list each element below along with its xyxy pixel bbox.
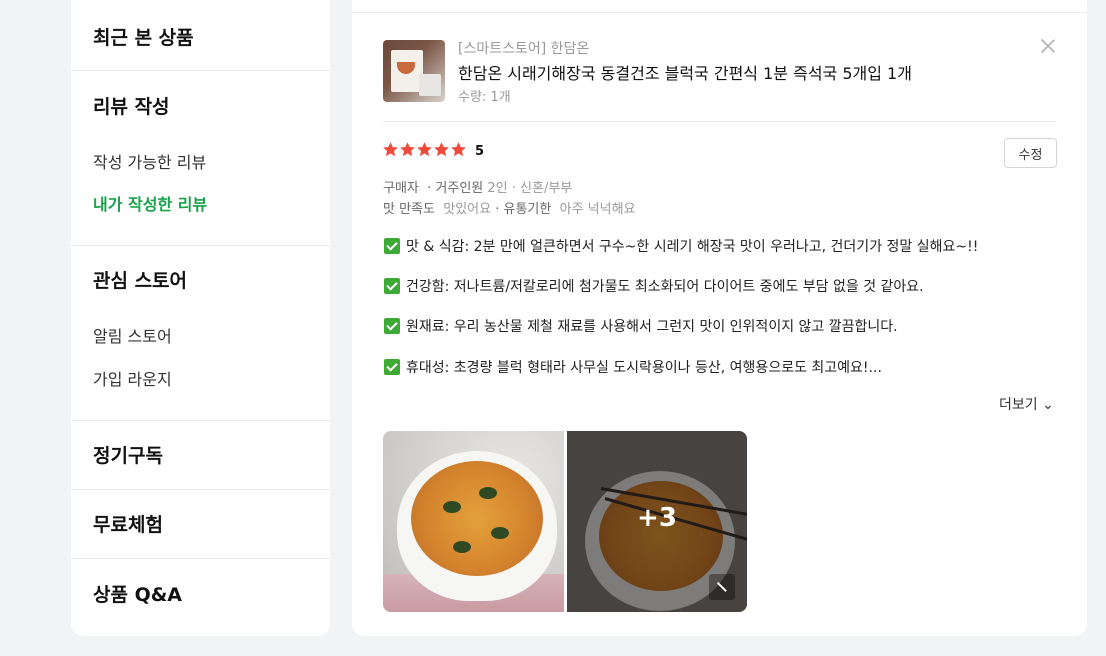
expand-icon[interactable] [709, 574, 735, 600]
check-icon [384, 359, 400, 375]
review-line-text: 건강함: 저나트륨/저칼로리에 첨가물도 최소화되어 다이어트 중에도 부담 없… [406, 279, 924, 295]
check-icon [384, 318, 400, 334]
sidebar-item-review-write[interactable]: 리뷰 작성 [93, 92, 170, 119]
chevron-down-icon: ⌄ [1042, 397, 1054, 413]
sidebar-item-interest-store[interactable]: 관심 스토어 [93, 266, 187, 293]
taste-value: 맛있어요 [443, 202, 492, 217]
reviewer-info: 구매자 · 거주인원 2인 · 신혼/부부 [383, 177, 572, 196]
divider [352, 12, 1087, 13]
rating-value: 5 [475, 144, 485, 159]
sidebar-item-free-trial[interactable]: 무료체험 [93, 510, 163, 537]
divider [71, 245, 330, 246]
review-attributes: 맛 만족도 맛있어요 · 유통기한 아주 넉넉해요 [383, 198, 636, 217]
review-card: [스마트스토어] 한담온 한담온 시래기해장국 동결건조 블럭국 간편식 1분 … [352, 0, 1087, 636]
taste-label: 맛 만족도 [383, 202, 435, 217]
sidebar-item-recent[interactable]: 최근 본 상품 [93, 23, 194, 50]
divider [71, 558, 330, 559]
more-button[interactable]: 더보기 ⌄ [999, 394, 1054, 414]
sidebar-item-review-mine[interactable]: 내가 작성한 리뷰 [93, 191, 207, 215]
star-icon [383, 142, 398, 157]
review-line: 원재료: 우리 농산물 제철 재료를 사용해서 그런지 맛이 인위적이지 않고 … [384, 316, 898, 336]
star-icon [451, 142, 466, 157]
review-line-text: 원재료: 우리 농산물 제철 재료를 사용해서 그런지 맛이 인위적이지 않고 … [406, 319, 898, 335]
review-line: 건강함: 저나트륨/저칼로리에 첨가물도 최소화되어 다이어트 중에도 부담 없… [384, 276, 924, 296]
buyer-label: 구매자 [383, 181, 419, 196]
more-label: 더보기 [999, 397, 1038, 413]
product-quantity: 수량: 1개 [458, 90, 511, 105]
star-icon [400, 142, 415, 157]
expiry-label: · 유통기한 [495, 202, 552, 217]
review-photo[interactable] [383, 431, 564, 612]
review-line: 맛 & 식감: 2분 만에 얼큰하면서 구수~한 시레기 해장국 맛이 우러나고… [384, 236, 978, 256]
divider [71, 70, 330, 71]
sidebar-item-alarm-store[interactable]: 알림 스토어 [93, 323, 172, 347]
edit-button[interactable]: 수정 [1004, 138, 1057, 168]
close-icon[interactable] [1038, 36, 1058, 56]
more-photos-count: +3 [637, 503, 677, 533]
sidebar-item-product-qa[interactable]: 상품 Q&A [93, 580, 182, 607]
sidebar-item-subscription[interactable]: 정기구독 [93, 441, 163, 468]
check-icon [384, 278, 400, 294]
divider [71, 420, 330, 421]
sidebar-item-join-lounge[interactable]: 가입 라운지 [93, 366, 172, 390]
expiry-value: 아주 넉넉해요 [559, 202, 636, 217]
household-value: 2인 · 신혼/부부 [487, 181, 573, 196]
star-rating [382, 141, 467, 158]
product-thumbnail[interactable] [383, 40, 445, 102]
divider [71, 489, 330, 490]
star-icon [434, 142, 449, 157]
household-label: · 거주인원 [427, 181, 484, 196]
sidebar-item-review-available[interactable]: 작성 가능한 리뷰 [93, 149, 206, 173]
review-line: 휴대성: 초경량 블럭 형태라 사무실 도시락용이나 등산, 여행용으로도 최고… [384, 357, 882, 377]
sidebar: 최근 본 상품 리뷰 작성 작성 가능한 리뷰 내가 작성한 리뷰 관심 스토어… [71, 0, 330, 636]
review-photo-more[interactable]: +3 [567, 431, 747, 612]
star-icon [417, 142, 432, 157]
review-line-text: 휴대성: 초경량 블럭 형태라 사무실 도시락용이나 등산, 여행용으로도 최고… [406, 360, 882, 376]
divider [383, 121, 1056, 122]
product-title[interactable]: 한담온 시래기해장국 동결건조 블럭국 간편식 1분 즉석국 5개입 1개 [458, 60, 912, 84]
check-icon [384, 238, 400, 254]
review-line-text: 맛 & 식감: 2분 만에 얼큰하면서 구수~한 시레기 해장국 맛이 우러나고… [406, 239, 979, 255]
store-name[interactable]: [스마트스토어] 한담온 [458, 38, 589, 58]
